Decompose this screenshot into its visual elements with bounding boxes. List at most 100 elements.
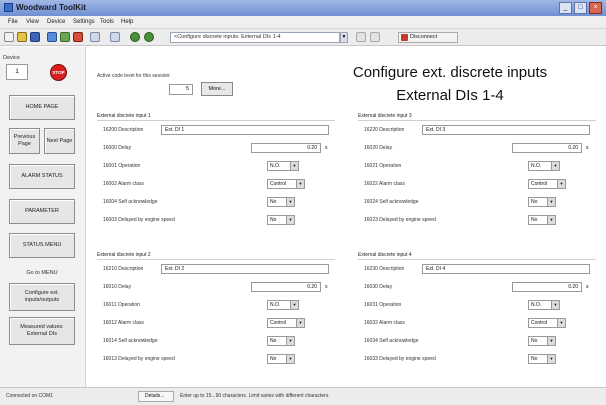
- more-button[interactable]: More...: [201, 82, 233, 96]
- menu-file[interactable]: File: [8, 19, 18, 25]
- alarm-class-label: 16032 Alarm class: [364, 320, 405, 326]
- disconnect-button[interactable]: Disconnect: [398, 32, 458, 43]
- chevron-down-icon: ▼: [547, 198, 555, 206]
- alarm-status-button[interactable]: ALARM STATUS: [9, 164, 75, 189]
- open-folder-icon[interactable]: [17, 32, 27, 42]
- description-label: 16230 Description: [364, 266, 405, 272]
- self-acknowledge-select[interactable]: No ▼: [528, 336, 556, 346]
- device-number-field[interactable]: 1: [6, 64, 28, 80]
- menu-device[interactable]: Device: [47, 19, 65, 25]
- description-label: 16200 Description: [103, 127, 144, 133]
- maximize-button[interactable]: □: [574, 2, 587, 14]
- main-panel: Active code level for this session: 5 Mo…: [87, 47, 606, 387]
- alarm-class-select[interactable]: Control ▼: [528, 318, 566, 328]
- chevron-down-icon: ▼: [286, 355, 294, 363]
- operation-label: 16001 Operation: [103, 163, 141, 169]
- description-input[interactable]: Ext. DI 2: [161, 264, 329, 274]
- back-icon[interactable]: [130, 32, 140, 42]
- chevron-down-icon: ▼: [290, 162, 298, 170]
- chevron-down-icon[interactable]: ▼: [340, 32, 348, 43]
- operation-select[interactable]: N.O. ▼: [528, 300, 560, 310]
- measured-values-button[interactable]: Measured values: External DIs: [9, 317, 75, 345]
- delay-input[interactable]: 0.20: [512, 282, 582, 292]
- menu-view[interactable]: View: [26, 19, 39, 25]
- disconnect-label: Disconnect: [410, 34, 438, 40]
- description-input[interactable]: Ext. DI 1: [161, 125, 329, 135]
- self-acknowledge-label: 16004 Self acknowledge: [103, 199, 158, 205]
- tool-icon[interactable]: [110, 32, 120, 42]
- group-title: External discrete input 1: [97, 113, 151, 119]
- delay-unit: s: [325, 284, 328, 290]
- operation-label: 16011 Operation: [103, 302, 140, 308]
- home-page-button[interactable]: HOME PAGE: [9, 95, 75, 120]
- description-input[interactable]: Ext. DI 3: [422, 125, 590, 135]
- operation-select[interactable]: N.O. ▼: [528, 161, 560, 171]
- device-label: Device: [3, 55, 20, 61]
- group-title: External discrete input 3: [358, 113, 412, 119]
- print-icon[interactable]: [370, 32, 380, 42]
- connect-icon[interactable]: [47, 32, 57, 42]
- self-acknowledge-select[interactable]: No ▼: [267, 197, 295, 207]
- title-bar: Woodward ToolKit _ □ ×: [0, 0, 606, 16]
- description-input[interactable]: Ext. DI 4: [422, 264, 590, 274]
- forward-icon[interactable]: [144, 32, 154, 42]
- alarm-class-select[interactable]: Control ▼: [267, 318, 305, 328]
- group-ext-di-3: External discrete input 3 16220 Descript…: [358, 113, 596, 239]
- previous-page-button[interactable]: Previous Page: [9, 128, 40, 154]
- engine-speed-select[interactable]: No ▼: [267, 354, 295, 364]
- window-title: Woodward ToolKit: [16, 3, 86, 12]
- list-icon[interactable]: [90, 32, 100, 42]
- delay-label: 16030 Delay: [364, 284, 393, 290]
- next-page-button[interactable]: Next Page: [44, 128, 75, 154]
- minimize-button[interactable]: _: [559, 2, 572, 14]
- configure-ext-io-button[interactable]: Configure ext. inputs/outputs: [9, 283, 75, 311]
- app-icon: [4, 3, 13, 12]
- engine-speed-label: 16023 Delayed by engine speed: [364, 217, 436, 223]
- stop-button[interactable]: STOP: [50, 64, 67, 81]
- chevron-down-icon: ▼: [551, 162, 559, 170]
- delay-input[interactable]: 0.20: [251, 143, 321, 153]
- save-icon[interactable]: [30, 32, 40, 42]
- group-ext-di-1: External discrete input 1 16200 Descript…: [97, 113, 335, 239]
- engine-speed-select[interactable]: No ▼: [528, 215, 556, 225]
- chevron-down-icon: ▼: [286, 337, 294, 345]
- parameter-button[interactable]: PARAMETER: [9, 199, 75, 224]
- chevron-down-icon: ▼: [547, 355, 555, 363]
- delay-unit: s: [586, 145, 589, 151]
- self-acknowledge-select[interactable]: No ▼: [528, 197, 556, 207]
- chart-icon[interactable]: [73, 32, 83, 42]
- group-title: External discrete input 4: [358, 252, 412, 258]
- chevron-down-icon: ▼: [290, 301, 298, 309]
- close-button[interactable]: ×: [589, 2, 602, 14]
- operation-label: 16031 Operation: [364, 302, 402, 308]
- alarm-class-select[interactable]: Control ▼: [528, 179, 566, 189]
- goto-menu-label: Go to MENU: [26, 270, 58, 276]
- delay-label: 16020 Delay: [364, 145, 393, 151]
- delay-input[interactable]: 0.20: [512, 143, 582, 153]
- access-code-label: Active code level for this session:: [97, 73, 171, 79]
- engine-speed-select[interactable]: No ▼: [267, 215, 295, 225]
- self-acknowledge-label: 16034 Self acknowledge: [364, 338, 419, 344]
- self-acknowledge-select[interactable]: No ▼: [267, 336, 295, 346]
- chevron-down-icon: ▼: [296, 180, 304, 188]
- alarm-class-select[interactable]: Control ▼: [267, 179, 305, 189]
- menu-tools[interactable]: Tools: [100, 19, 114, 25]
- operation-select[interactable]: N.O. ▼: [267, 300, 299, 310]
- description-label: 16210 Description: [103, 266, 144, 272]
- menu-help[interactable]: Help: [121, 19, 133, 25]
- new-file-icon[interactable]: [4, 32, 14, 42]
- device-icon[interactable]: [60, 32, 70, 42]
- engine-speed-select[interactable]: No ▼: [528, 354, 556, 364]
- self-acknowledge-label: 16014 Self acknowledge: [103, 338, 158, 344]
- chevron-down-icon: ▼: [296, 319, 304, 327]
- chevron-down-icon: ▼: [557, 180, 565, 188]
- page-selector-input[interactable]: <Configure discrete inputs: External DIs…: [170, 32, 340, 43]
- details-button[interactable]: Details...: [138, 391, 174, 402]
- menu-settings[interactable]: Settings: [73, 19, 95, 25]
- status-menu-button[interactable]: STATUS MENU: [9, 233, 75, 258]
- engine-speed-label: 16013 Delayed by engine speed: [103, 356, 175, 362]
- delay-input[interactable]: 0.20: [251, 282, 321, 292]
- operation-select[interactable]: N.O. ▼: [267, 161, 299, 171]
- delay-label: 16000 Delay: [103, 145, 132, 151]
- zoom-icon[interactable]: [356, 32, 366, 42]
